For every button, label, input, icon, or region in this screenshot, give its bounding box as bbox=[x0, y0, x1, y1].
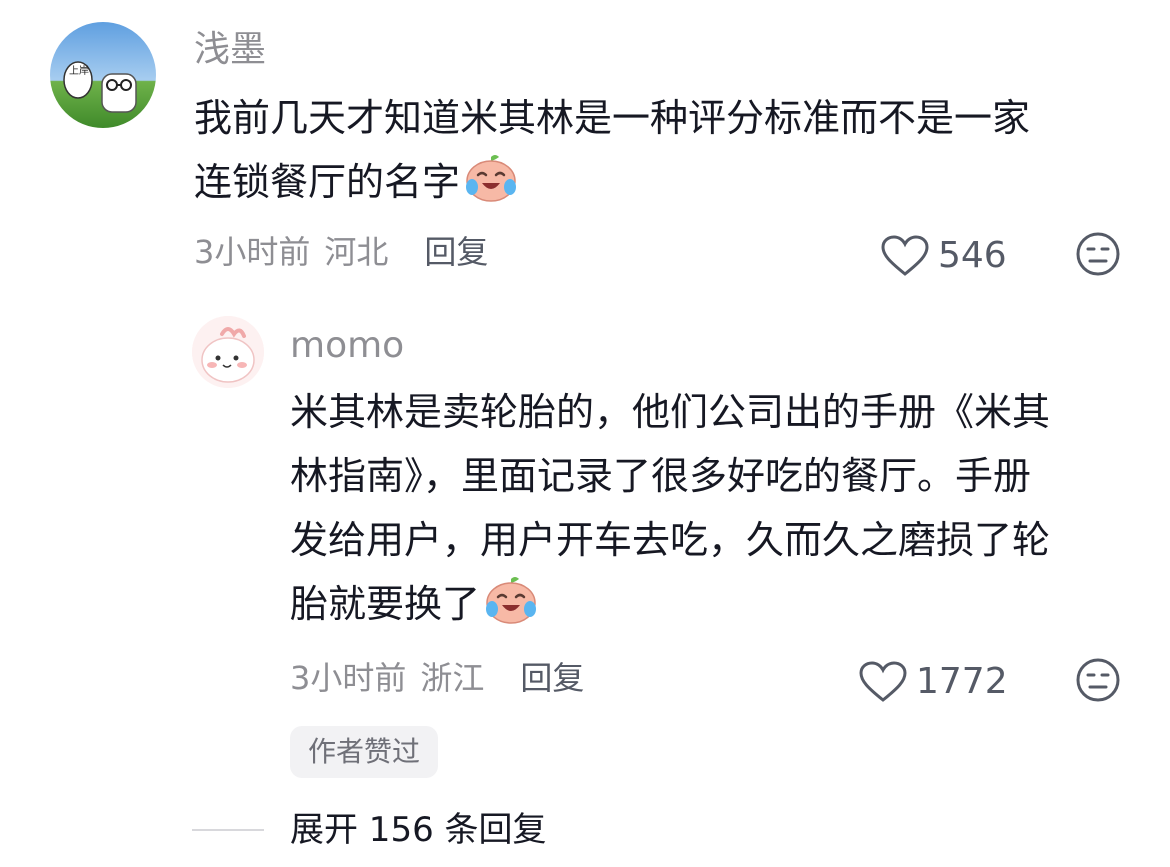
reply-text: 米其林是卖轮胎的，他们公司出的手册《米其 林指南》，里面记录了很多好吃的餐厅。手… bbox=[290, 380, 1150, 644]
neutral-face-icon bbox=[1076, 658, 1120, 702]
comment-text-line: 连锁餐厅的名字 bbox=[194, 150, 1154, 222]
reply-dislike-button[interactable] bbox=[1074, 656, 1122, 708]
comment-location: 河北 bbox=[324, 233, 389, 271]
reply-like-button[interactable]: 1772 bbox=[858, 660, 1008, 704]
avatar-illustration bbox=[50, 22, 156, 128]
comment-dislike-button[interactable] bbox=[1074, 230, 1122, 282]
laugh-cry-emoji-icon bbox=[464, 153, 518, 222]
reply-text-line: 发给用户，用户开车去吃，久而久之磨损了轮 bbox=[290, 518, 1051, 562]
comment-text-line-part: 连锁餐厅的名字 bbox=[194, 160, 461, 204]
avatar-illustration bbox=[192, 316, 264, 388]
reply-time: 3小时前 bbox=[290, 659, 407, 697]
neutral-face-icon bbox=[1076, 232, 1120, 276]
comment-time: 3小时前 bbox=[194, 233, 311, 271]
laugh-cry-emoji-icon bbox=[484, 575, 538, 644]
comment-text: 我前几天才知道米其林是一种评分标准而不是一家 连锁餐厅的名字 bbox=[194, 86, 1154, 222]
reply-location: 浙江 bbox=[420, 659, 485, 697]
reply-text-line: 米其林是卖轮胎的，他们公司出的手册《米其 bbox=[290, 390, 1051, 434]
reply-reply-button[interactable]: 回复 bbox=[520, 658, 584, 698]
reply-text-line: 胎就要换了 bbox=[290, 572, 1150, 644]
reply-like-count: 1772 bbox=[916, 661, 1008, 702]
comment-like-button[interactable]: 546 bbox=[880, 234, 1007, 278]
commenter-username[interactable]: 浅墨 bbox=[194, 30, 266, 70]
author-liked-badge: 作者赞过 bbox=[290, 726, 439, 778]
reply-text-line: 林指南》，里面记录了很多好吃的餐厅。手册 bbox=[290, 454, 1032, 498]
replier-username[interactable]: momo bbox=[290, 326, 404, 366]
comment-reply-button[interactable]: 回复 bbox=[424, 232, 488, 272]
commenter-avatar[interactable]: 上岸 bbox=[50, 22, 156, 128]
expand-replies-button[interactable]: 展开 156 条回复 bbox=[290, 810, 547, 850]
comment-text-line: 我前几天才知道米其林是一种评分标准而不是一家 bbox=[194, 96, 1031, 140]
avatar-sign-text: 上岸 bbox=[69, 66, 89, 77]
replier-avatar[interactable] bbox=[192, 316, 264, 388]
expand-divider bbox=[192, 829, 264, 831]
comment-meta: 3小时前 河北 回复 bbox=[194, 232, 488, 272]
reply-text-line-part: 胎就要换了 bbox=[290, 582, 481, 626]
comment-like-count: 546 bbox=[938, 235, 1007, 276]
heart-icon bbox=[881, 235, 929, 276]
reply-meta: 3小时前 浙江 回复 bbox=[290, 658, 584, 698]
heart-icon bbox=[859, 661, 907, 702]
